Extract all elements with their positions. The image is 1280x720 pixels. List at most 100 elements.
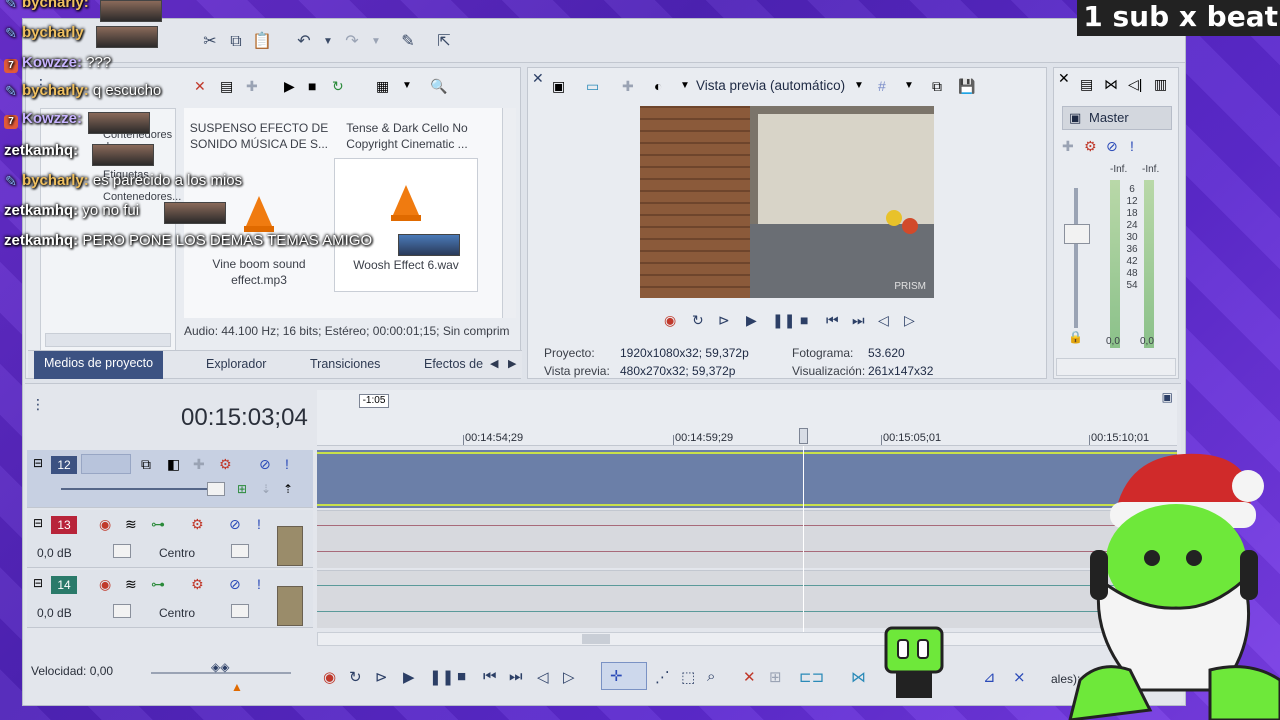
track-header-audio[interactable]: ⊟ 13 ◉ ≋ ⊶ ⚙ ⊘ ! 0,0 dB Centro (27, 510, 313, 568)
save-snapshot-icon[interactable]: 💾 (958, 78, 975, 95)
track-fx-icon[interactable]: ⊶ (151, 576, 165, 593)
next-frame-icon[interactable]: ▷ (904, 312, 915, 329)
play-from-start-icon[interactable]: ⊳ (718, 312, 730, 329)
dim-output-icon[interactable]: ◁| (1128, 76, 1142, 93)
make-compositing-child-icon[interactable]: ⇣ (261, 482, 271, 496)
record-icon[interactable]: ◉ (323, 668, 336, 686)
collapse-track-icon[interactable]: ⊟ (33, 516, 43, 530)
scrollbar-thumb[interactable] (582, 634, 610, 644)
previous-frame-icon[interactable]: ◁ (537, 668, 549, 686)
mute-icon[interactable]: ⊘ (229, 576, 241, 593)
track-fx-settings-icon[interactable]: ⚙ (191, 516, 204, 533)
preview-fx-icon[interactable]: ✚ (622, 78, 634, 95)
timeline-horizontal-scrollbar[interactable] (317, 632, 1177, 646)
volume-fader[interactable] (113, 544, 131, 558)
arm-record-icon[interactable]: ◉ (99, 516, 111, 533)
quality-dropdown-icon[interactable]: ▼ (854, 80, 864, 91)
trim-icon[interactable]: ⊞ (769, 668, 782, 686)
next-frame-icon[interactable]: ▷ (563, 668, 575, 686)
auto-crossfade-icon[interactable]: ⨯ (1013, 668, 1026, 686)
track-header-audio[interactable]: ⊟ 14 ◉ ≋ ⊶ ⚙ ⊘ ! 0,0 dB Centro (27, 570, 313, 628)
go-to-start-icon[interactable]: ⏮ (826, 312, 839, 329)
video-track-lane[interactable] (317, 450, 1177, 508)
master-mute-icon[interactable]: ⊘ (1106, 138, 1118, 155)
audio-track-lane[interactable] (317, 510, 1177, 568)
tab-project-media[interactable]: Medios de proyecto (34, 351, 164, 379)
tab-explorer[interactable]: Explorador (206, 357, 266, 371)
tab-transitions[interactable]: Transiciones (310, 357, 380, 371)
previous-frame-icon[interactable]: ◁ (878, 312, 889, 329)
invert-phase-icon[interactable]: ≋ (125, 516, 137, 533)
marker-icon[interactable]: ▣ (1162, 390, 1173, 404)
compositing-mode-icon[interactable]: ◧ (167, 456, 180, 473)
collapse-track-icon[interactable]: ⊟ (33, 456, 43, 470)
play-from-start-icon[interactable]: ⊳ (375, 668, 388, 686)
stop-icon[interactable]: ■ (800, 312, 808, 328)
tree-horizontal-scrollbar[interactable] (45, 333, 171, 347)
lock-icon[interactable]: 🔒 (1068, 330, 1083, 344)
preview-properties-icon[interactable]: ▣ (552, 78, 565, 95)
track-fx-icon[interactable]: ⊶ (151, 516, 165, 533)
pan-slider[interactable] (231, 544, 249, 558)
tab-scroll-left-icon[interactable]: ◀ (490, 357, 498, 370)
loop-icon[interactable]: ↻ (349, 668, 362, 686)
track-fx-icon[interactable]: ✚ (193, 456, 205, 473)
close-panel-icon[interactable]: ✕ (532, 70, 544, 87)
master-fx-icon[interactable]: ✚ (1062, 138, 1074, 155)
external-monitor-icon[interactable]: ▭ (586, 78, 599, 95)
solo-icon[interactable]: ! (257, 516, 261, 532)
invert-phase-icon[interactable]: ≋ (125, 576, 137, 593)
close-panel-icon[interactable]: ✕ (1058, 70, 1070, 87)
composite-child-icon[interactable]: ⊞ (237, 482, 247, 496)
tab-scroll-right-icon[interactable]: ▶ (508, 357, 516, 370)
delete-icon[interactable]: ✕ (743, 668, 756, 686)
copy-snapshot-icon[interactable]: ⧉ (932, 78, 942, 95)
snapping-icon[interactable]: ⋈ (851, 668, 866, 686)
pause-icon[interactable]: ❚❚ (429, 668, 454, 686)
collapse-track-icon[interactable]: ⊟ (33, 576, 43, 590)
mute-icon[interactable]: ⊘ (229, 516, 241, 533)
play-icon[interactable]: ▶ (746, 312, 757, 329)
split-screen-icon[interactable]: ◐ (654, 78, 662, 94)
master-fader[interactable] (1064, 224, 1090, 244)
master-horizontal-scrollbar[interactable] (1056, 358, 1176, 376)
master-fx-settings-icon[interactable]: ⚙ (1084, 138, 1097, 155)
event-pan-crop-icon[interactable]: ⊿ (983, 668, 996, 686)
pan-slider[interactable] (231, 604, 249, 618)
volume-fader[interactable] (113, 604, 131, 618)
master-solo-icon[interactable]: ! (1130, 138, 1134, 154)
mixer-properties-icon[interactable]: ▤ (1080, 76, 1093, 93)
arm-record-icon[interactable]: ◉ (99, 576, 111, 593)
playhead-handle[interactable] (799, 428, 808, 444)
mute-icon[interactable]: ⊘ (259, 456, 271, 473)
preview-quality-select[interactable]: Vista previa (automático) (696, 78, 845, 93)
loop-icon[interactable]: ↻ (692, 312, 704, 329)
pause-icon[interactable]: ❚❚ (772, 312, 795, 329)
downmix-icon[interactable]: ⋈ (1104, 76, 1118, 93)
overlays-dropdown-icon[interactable]: ▼ (904, 80, 914, 91)
selection-tool-icon[interactable]: ⬚ (681, 668, 695, 686)
solo-icon[interactable]: ! (257, 576, 261, 592)
go-to-end-icon[interactable]: ⏭ (509, 668, 523, 685)
stop-icon[interactable]: ■ (457, 668, 466, 685)
zoom-tool-icon[interactable]: ⌕ (707, 668, 715, 685)
loop-region-marker[interactable]: -1:05 (359, 394, 389, 408)
envelope-tool-icon[interactable]: ⋰ (655, 668, 670, 686)
record-icon[interactable]: ◉ (664, 312, 676, 329)
tab-video-fx[interactable]: Efectos de (424, 357, 483, 371)
split-dropdown-icon[interactable]: ▼ (680, 80, 690, 91)
play-icon[interactable]: ▶ (403, 668, 415, 686)
track-header-video[interactable]: ⊟ 12 ⧉ ◧ ✚ ⚙ ⊘ ! ⊞ ⇣ ⇡ (27, 450, 313, 508)
speed-slider-handle[interactable]: ◈◈ (211, 660, 229, 674)
overlays-grid-icon[interactable]: # (878, 78, 886, 94)
audio-track-lane[interactable] (317, 570, 1177, 628)
solo-icon[interactable]: ! (285, 456, 289, 472)
track-fx-settings-icon[interactable]: ⚙ (219, 456, 232, 473)
normal-edit-tool[interactable]: ✛ (601, 662, 647, 690)
mixer-grid-icon[interactable]: ▥ (1154, 76, 1167, 93)
opacity-slider[interactable] (207, 482, 225, 496)
track-motion-icon[interactable]: ⧉ (141, 456, 151, 473)
make-compositing-parent-icon[interactable]: ⇡ (283, 482, 293, 496)
go-to-start-icon[interactable]: ⏮ (483, 668, 497, 685)
go-to-end-icon[interactable]: ⏭ (852, 312, 865, 329)
